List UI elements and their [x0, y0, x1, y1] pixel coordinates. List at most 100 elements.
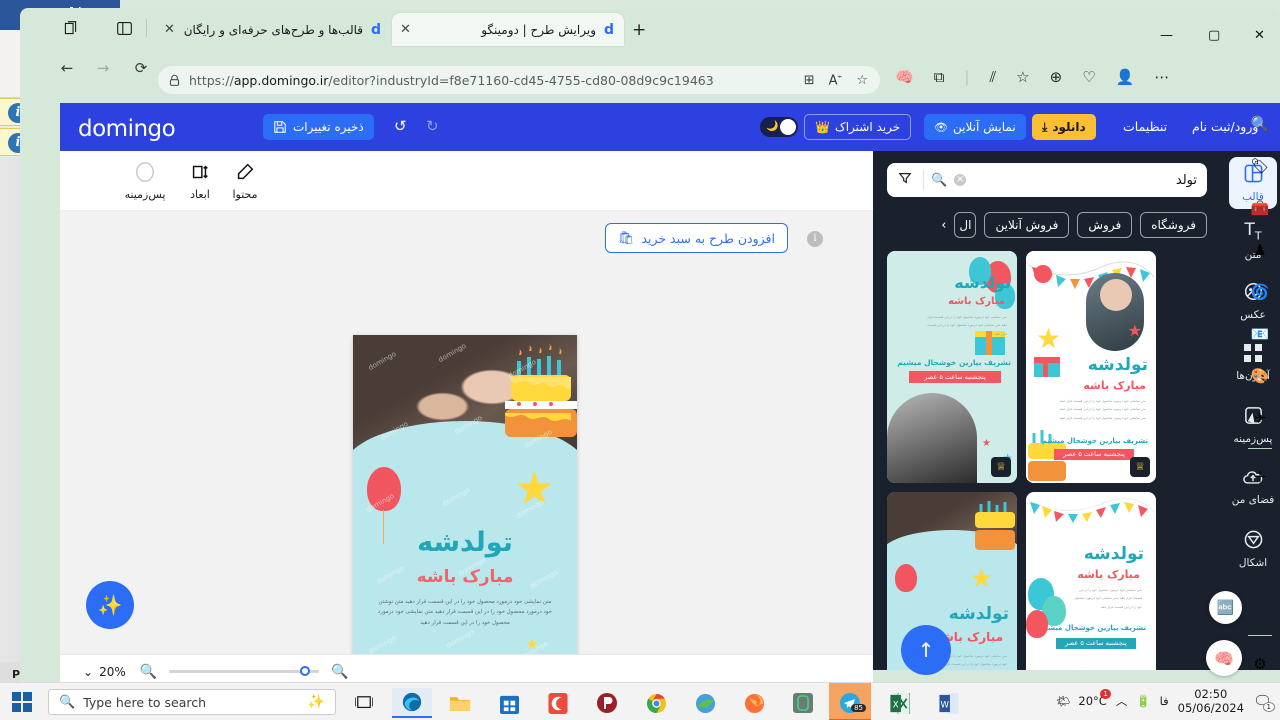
ai-assistant-button[interactable]: 🧠 — [1206, 640, 1242, 676]
template-card[interactable]: تولدشه مبارک باشه متن نمایشی خود درمورد … — [887, 251, 1017, 483]
new-tab-button[interactable]: + — [632, 20, 646, 40]
tools-icon[interactable]: 🧰 — [1244, 192, 1276, 224]
collections-icon[interactable]: ⊕ — [1050, 68, 1063, 86]
forward-button[interactable]: → — [90, 56, 116, 82]
save-changes-button[interactable]: ذخیره تغییرات — [263, 114, 374, 140]
tab-groups-icon[interactable] — [62, 20, 79, 37]
scroll-to-top-button[interactable]: ↑ — [901, 625, 951, 675]
add-to-cart-label: افزودن طرح به سبد خرید — [641, 230, 775, 246]
search-icon[interactable]: 🔍 — [931, 173, 947, 188]
notifications-icon[interactable]: 🗨 1 — [1253, 692, 1275, 713]
domingo-app: domingo ذخیره تغییرات ↺ ↻ 🌙 خرید اشتراک … — [60, 103, 1280, 670]
vertical-tabs-icon[interactable] — [116, 20, 133, 37]
microsoft-store-icon[interactable] — [489, 688, 529, 718]
redo-arrow-icon[interactable]: ↻ — [426, 117, 439, 135]
chrome-icon[interactable] — [636, 688, 676, 718]
browser-essentials-icon[interactable]: ♡ — [1082, 68, 1095, 86]
reload-button[interactable]: ⟳ — [128, 56, 154, 82]
info-icon[interactable]: i — [807, 231, 823, 247]
add-to-cart-button[interactable]: افزودن طرح به سبد خرید 🛍 — [604, 223, 788, 253]
weather-widget[interactable]: 🌤 1 20°C — [1056, 689, 1111, 708]
file-explorer-icon[interactable] — [440, 688, 480, 718]
zoom-slider-knob[interactable] — [300, 666, 311, 676]
smiling-star-icon: ★ — [513, 461, 555, 515]
template-card[interactable]: ★ ★ تولدشه مبارک باشه متن نمایشی خود درم… — [1026, 251, 1156, 483]
live-preview-button[interactable]: نمایش آنلاین 👁 — [924, 114, 1026, 140]
profile-icon[interactable]: 👤 — [1116, 68, 1135, 86]
buy-subscription-button[interactable]: خرید اشتراک 👑 — [804, 114, 912, 140]
tray-chevron-up-icon[interactable]: ︿ — [1116, 693, 1128, 709]
settings-gear-icon[interactable]: ⚙ — [1244, 648, 1276, 680]
battery-icon[interactable]: 🔋 — [1136, 694, 1150, 708]
firefox-icon[interactable] — [734, 688, 774, 718]
toolbar-item-content[interactable]: محتوا — [215, 159, 275, 201]
app-logo[interactable]: domingo — [78, 116, 176, 142]
search-icon[interactable]: 🔍 — [1244, 108, 1276, 140]
designer-icon[interactable]: 🎨 — [1244, 360, 1276, 392]
browser-tab-2[interactable]: ✕ ویرایش طرح | دومینگو d — [392, 13, 624, 46]
clock[interactable]: 02:50 05/06/2024 — [1178, 687, 1244, 716]
edge-icon[interactable] — [392, 688, 432, 718]
browser-tab-1[interactable]: ✕ قالب‌ها و طرح‌های حرفه‌ای و رایگان d — [156, 13, 391, 46]
tab-close-icon[interactable]: ✕ — [164, 22, 175, 37]
read-aloud-icon[interactable]: A⌁ — [829, 72, 843, 88]
window-minimize-button[interactable]: — — [1160, 28, 1173, 43]
window-maximize-button[interactable]: ▢ — [1208, 28, 1220, 43]
language-indicator[interactable]: فا — [1160, 694, 1169, 708]
chip-sale[interactable]: فروش — [1077, 212, 1133, 238]
lock-icon — [169, 74, 180, 86]
split-screen-icon[interactable]: ⫽ — [989, 68, 996, 86]
magic-wand-button[interactable]: ✨ — [86, 581, 134, 629]
games-icon[interactable]: ♟ — [1244, 234, 1276, 266]
app-green-icon[interactable] — [783, 688, 823, 718]
window-close-button[interactable]: ✕ — [1254, 28, 1265, 43]
clear-x-icon[interactable]: ✕ — [954, 174, 967, 186]
undo-arrow-icon[interactable]: ↺ — [394, 117, 407, 135]
add-icon[interactable]: ＋ — [1244, 460, 1276, 492]
design-poster[interactable]: ★ ★ ★ تولدشه مبارک باشه متن نمایشی خود د… — [353, 335, 577, 670]
search-input[interactable]: تولد — [968, 173, 1207, 188]
sparkle-icon: ✨ — [307, 694, 325, 710]
taskbar-search[interactable]: 🔍 Type here to search ✨ — [48, 689, 336, 715]
theme-toggle[interactable]: 🌙 — [760, 117, 798, 137]
photoscape-icon[interactable] — [587, 688, 627, 718]
template-search-row[interactable]: 🔍 ✕ تولد — [887, 163, 1207, 197]
download-button[interactable]: دانلود ⤓ — [1032, 114, 1096, 140]
settings-more-icon[interactable]: ⋯ — [1154, 68, 1169, 86]
camtasia-icon[interactable] — [538, 688, 578, 718]
translate-button[interactable]: 🔤 — [1209, 591, 1242, 624]
windows-start-icon[interactable] — [12, 692, 32, 712]
copilot-icon[interactable]: 🧠 — [895, 68, 914, 86]
chip-shop[interactable]: فروشگاه — [1140, 212, 1207, 238]
zoom-slider[interactable] — [169, 666, 320, 676]
address-bar[interactable]: https://app.domingo.ir/editor?industryId… — [158, 66, 880, 94]
excel-icon[interactable]: X — [880, 688, 920, 718]
favorites-icon[interactable]: ☆ — [1016, 68, 1029, 86]
telegram-icon[interactable]: 85 — [829, 683, 871, 720]
idm-icon[interactable] — [685, 688, 725, 718]
filter-icon[interactable] — [887, 171, 923, 189]
settings-link[interactable]: تنظیمات — [1123, 119, 1167, 134]
word-icon[interactable]: W — [929, 688, 969, 718]
copilot-icon[interactable]: 🌀 — [1244, 276, 1276, 308]
shopping-tag-icon[interactable]: 🏷 — [1244, 150, 1276, 182]
tab-close-icon[interactable]: ✕ — [400, 22, 411, 37]
favorite-star-icon[interactable]: ☆ — [856, 73, 868, 88]
extensions-icon[interactable]: ⧉ — [934, 68, 945, 86]
template-card[interactable]: تولدشه مبارک باشه متن نمایشی خود درمورد … — [1026, 492, 1156, 670]
task-view-icon[interactable] — [344, 688, 384, 718]
split-screen-icon[interactable]: ⊞ — [804, 73, 815, 88]
outlook-icon[interactable]: 📧 — [1244, 318, 1276, 350]
back-button[interactable]: ← — [54, 56, 80, 82]
chevron-left-icon[interactable]: ‹ — [941, 218, 946, 233]
chip-partial[interactable]: ال — [954, 212, 977, 238]
telegram-icon[interactable]: ✈ — [1244, 402, 1276, 434]
template-panel: 🔍 ✕ تولد فروشگاه فروش فروش آنلاین ال ‹ ★… — [873, 151, 1223, 670]
toolbar-item-background[interactable]: پس‌زمینه — [115, 159, 175, 201]
zoom-level-select[interactable]: ⌄ 20% — [75, 661, 134, 682]
zoom-out-icon[interactable]: 🔍 — [331, 664, 348, 680]
chip-online-sale[interactable]: فروش آنلاین — [984, 212, 1070, 238]
canvas-area[interactable]: افزودن طرح به سبد خرید 🛍 i ★ ★ تولدشه مب… — [60, 211, 873, 670]
zoom-in-icon[interactable]: 🔍 — [140, 664, 157, 680]
browser-tab-strip: ✕ قالب‌ها و طرح‌های حرفه‌ای و رایگان d ✕… — [20, 8, 1280, 48]
